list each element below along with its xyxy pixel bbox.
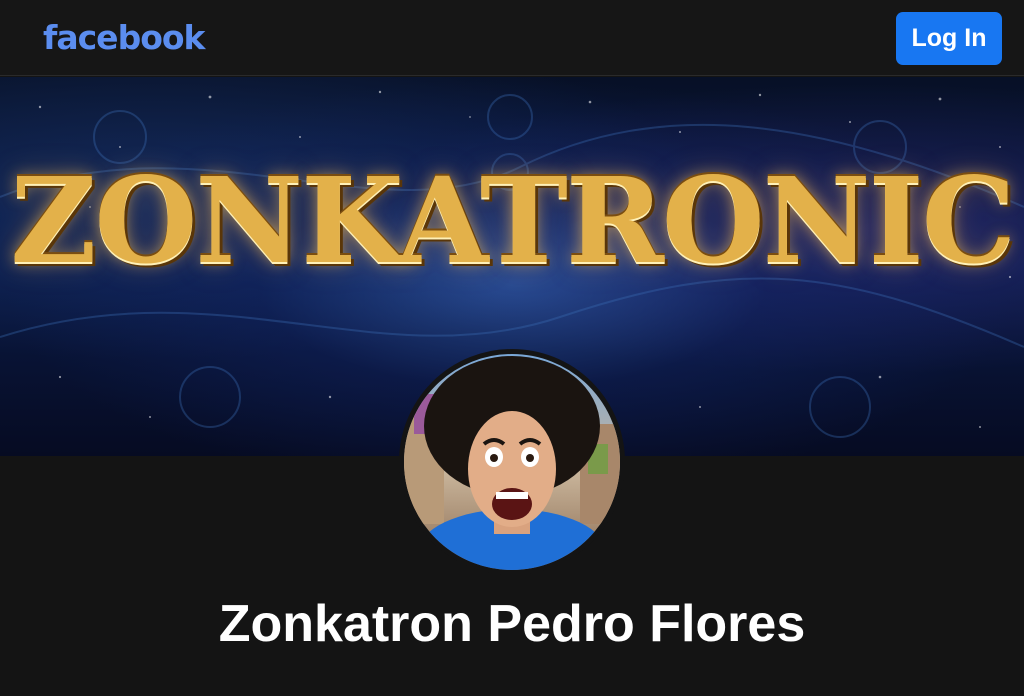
- top-navigation-bar: facebook Log In: [0, 0, 1024, 76]
- profile-picture-art: [404, 356, 620, 570]
- cover-title: ZONKATRONIC: [10, 151, 1015, 290]
- profile-name: Zonkatron Pedro Flores: [218, 595, 806, 653]
- profile-picture[interactable]: [399, 349, 625, 575]
- facebook-logo[interactable]: facebook: [43, 18, 205, 57]
- log-in-button[interactable]: Log In: [896, 12, 1002, 65]
